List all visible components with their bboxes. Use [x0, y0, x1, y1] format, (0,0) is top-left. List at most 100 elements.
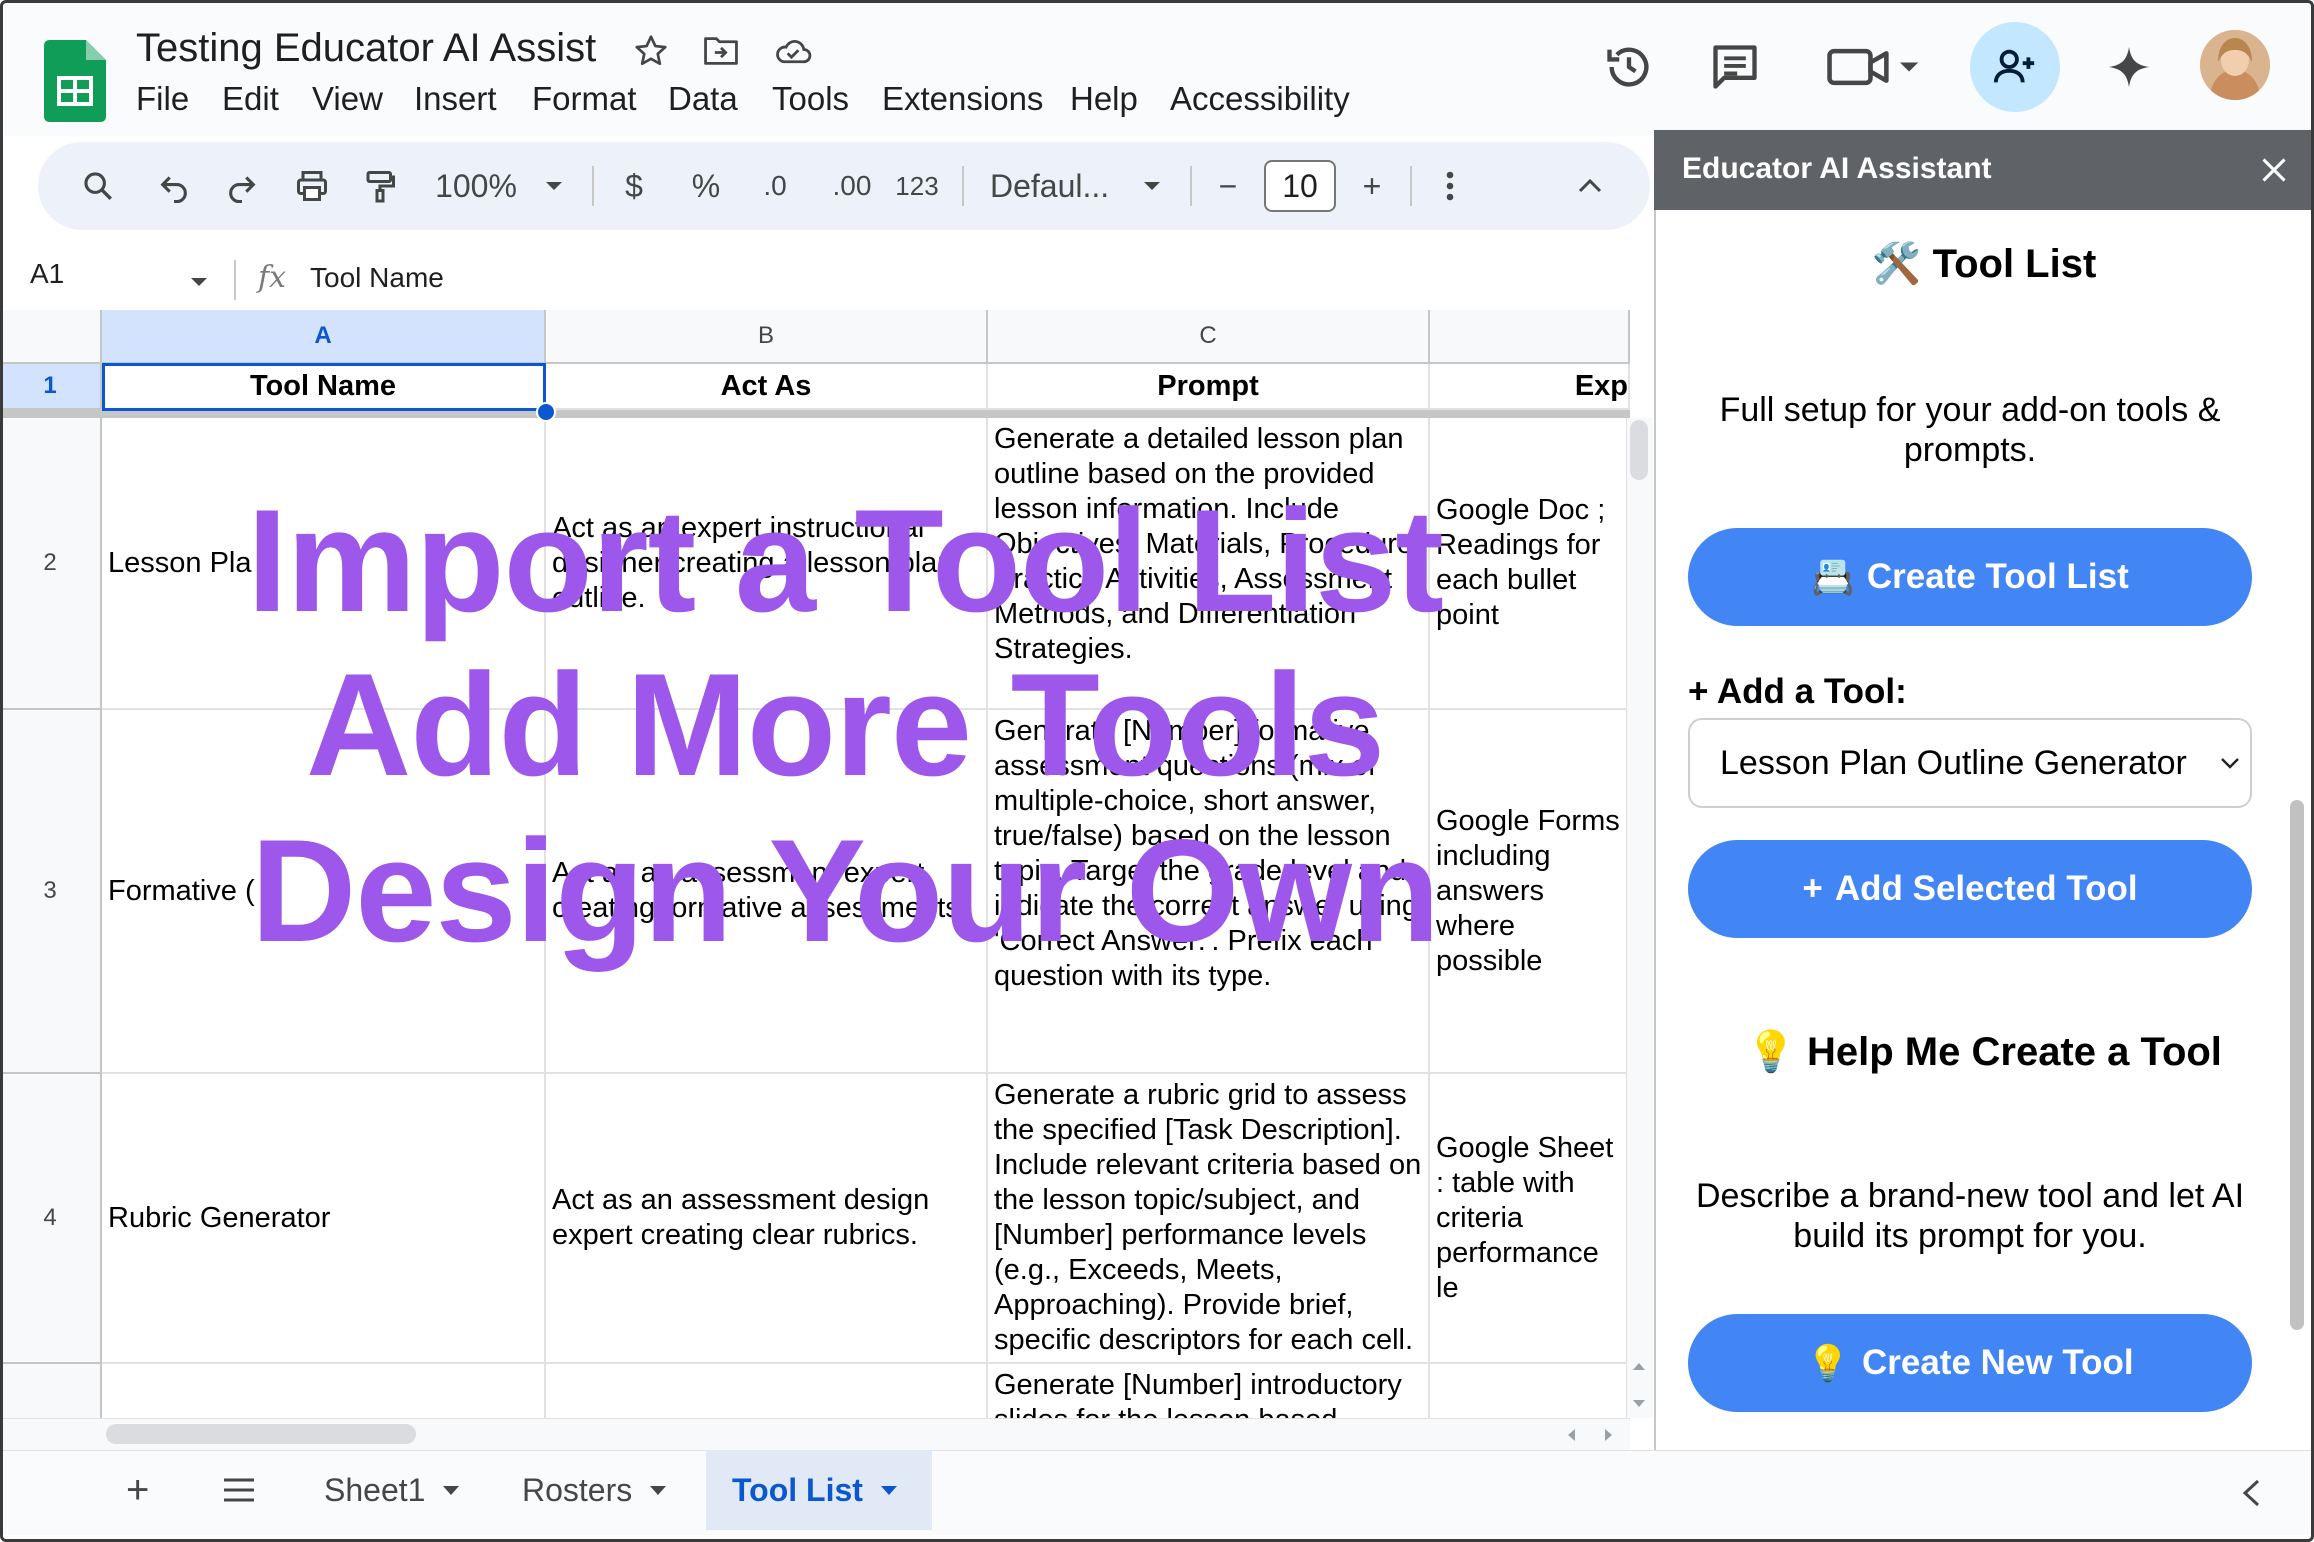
- menu-edit[interactable]: Edit: [222, 80, 279, 118]
- gemini-sparkle-icon[interactable]: [2094, 32, 2164, 102]
- menu-accessibility[interactable]: Accessibility: [1170, 80, 1350, 118]
- table-cell[interactable]: Act as an assessment design expert creat…: [546, 1074, 988, 1364]
- add-person-icon: [1993, 49, 2035, 83]
- header-cell-tool-name[interactable]: Tool Name: [102, 364, 546, 410]
- create-tool-list-button[interactable]: 📇 Create Tool List: [1688, 528, 2252, 626]
- search-menus-icon[interactable]: [70, 158, 126, 214]
- font-select[interactable]: Defaul...: [990, 158, 1130, 214]
- all-sheets-menu-icon[interactable]: [196, 1450, 282, 1530]
- collapse-toolbar-chevron-up-icon[interactable]: [1570, 158, 1610, 214]
- sheet-tab-label: Tool List: [732, 1471, 863, 1508]
- name-box-chevron-down-icon[interactable]: [190, 274, 208, 292]
- select-all-corner[interactable]: [0, 310, 102, 364]
- number-format-button[interactable]: 123: [892, 158, 942, 214]
- formula-input[interactable]: Tool Name: [310, 262, 444, 294]
- menu-extensions[interactable]: Extensions: [882, 80, 1043, 118]
- column-header-a[interactable]: A: [102, 310, 546, 364]
- scroll-down-arrow-icon[interactable]: [1632, 1396, 1646, 1414]
- row-header-5[interactable]: [0, 1364, 102, 1420]
- undo-icon[interactable]: [146, 158, 202, 214]
- sheets-logo-icon[interactable]: [44, 40, 106, 122]
- decrease-font-size-button[interactable]: −: [1208, 158, 1248, 214]
- redo-icon[interactable]: [214, 158, 270, 214]
- menu-data[interactable]: Data: [668, 80, 738, 118]
- tool-list-heading-text: Tool List: [1932, 242, 2097, 286]
- version-history-icon[interactable]: [1594, 32, 1664, 102]
- add-sheet-button[interactable]: +: [100, 1450, 175, 1530]
- increase-decimal-button[interactable]: .00: [822, 158, 882, 214]
- overlay-headline-3: Design Your Own: [250, 809, 1440, 972]
- column-header-b[interactable]: B: [546, 310, 988, 364]
- header-cell-expected-output[interactable]: Exp: [1430, 364, 1630, 410]
- dropdown-chevron-down-icon[interactable]: [2220, 756, 2240, 774]
- currency-format-button[interactable]: $: [616, 158, 652, 214]
- horizontal-scrollbar-thumb[interactable]: [106, 1424, 416, 1444]
- table-cell[interactable]: Google Sheet : table with criteria perfo…: [1430, 1074, 1630, 1364]
- table-cell[interactable]: Generate a rubric grid to assess the spe…: [988, 1074, 1430, 1364]
- star-icon[interactable]: [630, 30, 672, 72]
- tools-icon: 🛠️: [1871, 242, 1922, 286]
- vertical-scrollbar-thumb[interactable]: [1630, 420, 1648, 480]
- sheet-tab-label: Rosters: [522, 1471, 633, 1508]
- sheet-tab-label: Sheet1: [324, 1471, 426, 1508]
- toolbar-divider: [592, 166, 594, 206]
- more-options-icon[interactable]: [1430, 158, 1470, 214]
- table-cell[interactable]: Rubric Generator: [102, 1074, 546, 1364]
- close-icon[interactable]: [2250, 146, 2298, 194]
- increase-font-size-button[interactable]: +: [1352, 158, 1392, 214]
- header-cell-prompt[interactable]: Prompt: [988, 364, 1430, 410]
- table-cell[interactable]: Generate [Number] introductory slides fo…: [988, 1364, 1430, 1420]
- user-avatar[interactable]: [2200, 30, 2270, 100]
- scroll-left-arrow-icon[interactable]: [1566, 1428, 1576, 1447]
- meet-video-icon[interactable]: [1820, 32, 1930, 102]
- row-header-4[interactable]: 4: [0, 1074, 102, 1364]
- print-icon[interactable]: [284, 158, 340, 214]
- font-chevron-down-icon[interactable]: [1132, 158, 1172, 214]
- plus-icon: +: [1688, 672, 1709, 711]
- collapse-side-panel-chevron-left-icon[interactable]: [2240, 1478, 2262, 1513]
- menu-format[interactable]: Format: [532, 80, 637, 118]
- percent-format-button[interactable]: %: [686, 158, 726, 214]
- add-selected-tool-button[interactable]: + Add Selected Tool: [1688, 840, 2252, 938]
- table-cell[interactable]: [546, 1364, 988, 1420]
- plus-icon: +: [1802, 869, 1823, 908]
- sheet-tab-tool-list[interactable]: Tool List: [706, 1450, 932, 1530]
- menu-insert[interactable]: Insert: [414, 80, 497, 118]
- sheet-tab-sheet1[interactable]: Sheet1: [298, 1450, 485, 1530]
- fill-handle[interactable]: [536, 402, 556, 422]
- column-header-c[interactable]: C: [988, 310, 1430, 364]
- scroll-right-arrow-icon[interactable]: [1604, 1428, 1614, 1447]
- help-create-tool-heading: 💡 Help Me Create a Tool: [1654, 1028, 2314, 1075]
- font-size-input[interactable]: 10: [1264, 160, 1336, 212]
- cloud-saved-icon[interactable]: [772, 30, 814, 72]
- column-header-d[interactable]: [1430, 310, 1630, 364]
- overlay-headline-2: Add More Tools: [305, 643, 1385, 806]
- tool-select-dropdown[interactable]: Lesson Plan Outline Generator: [1688, 718, 2252, 808]
- paint-format-icon[interactable]: [352, 158, 408, 214]
- tool-list-heading: 🛠️ Tool List: [1654, 240, 2314, 287]
- zoom-select[interactable]: 100%: [426, 158, 526, 214]
- name-box[interactable]: A1: [30, 258, 64, 290]
- sheet-tab-rosters[interactable]: Rosters: [496, 1450, 692, 1530]
- table-cell[interactable]: [102, 1364, 546, 1420]
- menu-file[interactable]: File: [136, 80, 189, 118]
- document-title[interactable]: Testing Educator AI Assist: [136, 26, 596, 71]
- create-tool-list-label: Create Tool List: [1866, 557, 2129, 596]
- header-cell-act-as[interactable]: Act As: [546, 364, 988, 410]
- menu-tools[interactable]: Tools: [772, 80, 849, 118]
- table-cell[interactable]: [1430, 1364, 1630, 1420]
- comments-icon[interactable]: [1700, 32, 1770, 102]
- freeze-divider[interactable]: [0, 410, 1630, 418]
- zoom-chevron-down-icon[interactable]: [534, 158, 574, 214]
- formula-divider: [234, 260, 236, 300]
- decrease-decimal-button[interactable]: .0: [750, 158, 800, 214]
- share-button[interactable]: [1970, 22, 2060, 112]
- scroll-up-arrow-icon[interactable]: [1632, 1358, 1646, 1376]
- move-folder-icon[interactable]: [700, 30, 742, 72]
- side-panel-scrollbar-thumb[interactable]: [2290, 800, 2304, 1330]
- menu-help[interactable]: Help: [1070, 80, 1138, 118]
- decrease-decimal-label: .0: [763, 170, 787, 201]
- row-header-1[interactable]: 1: [0, 364, 102, 410]
- menu-view[interactable]: View: [312, 80, 383, 118]
- create-new-tool-button[interactable]: 💡 Create New Tool: [1688, 1314, 2252, 1412]
